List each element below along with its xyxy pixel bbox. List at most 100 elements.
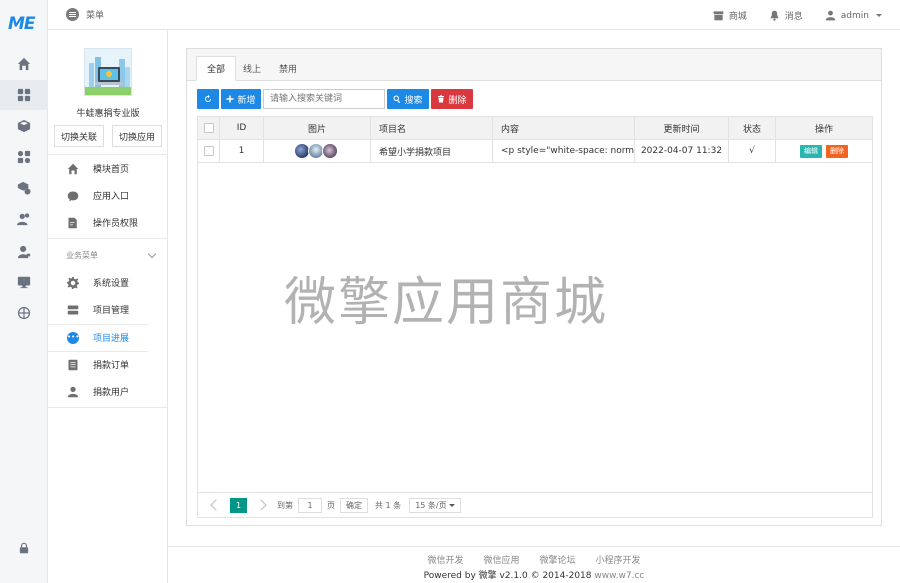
tab-disabled[interactable]: 禁用	[269, 56, 307, 81]
lock-icon[interactable]	[18, 542, 30, 554]
globe-icon[interactable]	[14, 303, 34, 323]
home-icon[interactable]	[14, 54, 34, 74]
user-icon	[66, 385, 80, 399]
user-key-icon[interactable]	[14, 242, 34, 262]
powered-by: Powered by 微擎 v2.1.0 © 2014-2018	[423, 571, 592, 581]
footer-link-wechat-apps[interactable]: 微信应用	[483, 553, 519, 566]
footer-url[interactable]: www.w7.cc	[594, 571, 644, 581]
col-updated[interactable]: 更新时间	[635, 117, 729, 139]
user-menu[interactable]: admin	[825, 10, 882, 21]
row-name: 希望小学捐款项目	[371, 140, 493, 162]
footer-link-wechat-dev[interactable]: 微信开发	[427, 553, 463, 566]
server-icon	[66, 303, 80, 317]
chevron-down-icon	[449, 503, 456, 507]
plus-icon	[226, 95, 234, 103]
prev-page-icon[interactable]	[210, 499, 222, 511]
project-image[interactable]	[322, 143, 338, 159]
box-gear-icon[interactable]	[14, 178, 34, 198]
watermark: 微擎应用商城	[284, 273, 609, 333]
sidebar-item-app-entry[interactable]: 应用入口	[48, 182, 168, 209]
select-all-checkbox[interactable]	[203, 123, 214, 133]
sidebar-item-project-management[interactable]: 项目管理	[48, 296, 168, 323]
apps-grid-icon[interactable]	[14, 85, 34, 105]
row-updated: 2022-04-07 11:32	[635, 140, 729, 162]
gear-icon	[66, 276, 80, 290]
chevron-down-icon	[147, 249, 157, 259]
refresh-button[interactable]	[197, 89, 219, 109]
row-actions: 编辑 删除	[776, 140, 872, 162]
select-all-checkbox-cell[interactable]	[198, 117, 220, 139]
users-icon[interactable]	[14, 209, 34, 229]
add-button[interactable]: 新增	[221, 89, 261, 109]
sidebar-item-system-settings[interactable]: 系统设置	[48, 269, 168, 296]
row-checkbox[interactable]	[203, 146, 214, 156]
row-delete-button[interactable]: 删除	[826, 144, 848, 158]
next-page-icon[interactable]	[255, 499, 267, 511]
footer: 微信开发 微信应用 微擎论坛 小程序开发 Powered by 微擎 v2.1.…	[168, 546, 900, 583]
search-button[interactable]: 搜索	[387, 89, 429, 109]
sidebar-item-operator-permissions[interactable]: 操作员权限	[48, 209, 168, 236]
user-icon	[825, 10, 836, 21]
monitor-icon[interactable]	[14, 272, 34, 292]
modules-icon[interactable]	[14, 147, 34, 167]
goto-prefix: 到第	[277, 500, 293, 510]
app-thumbnail	[84, 48, 132, 96]
icon-rail: ME	[0, 0, 48, 583]
tab-bar: 全部 线上 禁用	[187, 49, 881, 81]
search-input[interactable]	[263, 89, 385, 109]
switch-link-button[interactable]: 切换关联	[54, 125, 104, 147]
col-content: 内容	[493, 117, 635, 139]
footer-link-miniprogram[interactable]: 小程序开发	[596, 553, 641, 566]
chat-icon	[66, 189, 80, 203]
delete-button[interactable]: 删除	[431, 89, 473, 109]
refresh-icon	[205, 95, 211, 102]
list-icon	[66, 358, 80, 372]
sidebar-item-donation-orders[interactable]: 捐款订单	[48, 351, 168, 378]
col-name: 项目名	[371, 117, 493, 139]
pagination: 1 到第 1 页 确定 共 1 条 15 条/页	[198, 492, 872, 517]
sidebar-item-donation-users[interactable]: 捐款用户	[48, 378, 168, 405]
cube-icon[interactable]	[14, 116, 34, 136]
top-bar: 菜单 商城 消息 admin	[48, 0, 900, 30]
messages-link[interactable]: 消息	[769, 9, 803, 22]
table-row[interactable]: 1 希望小学捐款项目 <p style="white-space: normal…	[198, 140, 872, 163]
search-icon	[393, 95, 401, 103]
table-header: ID 图片 项目名 内容 更新时间 状态 操作	[198, 117, 872, 140]
row-images	[264, 140, 371, 162]
menu-toggle[interactable]: 菜单	[66, 8, 104, 21]
store-link[interactable]: 商城	[713, 9, 747, 22]
sidebar-item-project-progress[interactable]: ••• 项目进展	[48, 324, 168, 351]
tab-online[interactable]: 线上	[233, 56, 271, 81]
goto-page-input[interactable]: 1	[298, 497, 322, 513]
app-name: 牛蛙惠捐专业版	[76, 109, 140, 119]
switch-app-button[interactable]: 切换应用	[112, 125, 162, 147]
brand-logo[interactable]: ME	[8, 14, 40, 34]
col-image: 图片	[264, 117, 371, 139]
menu-label: 菜单	[86, 11, 105, 21]
document-edit-icon	[66, 216, 80, 230]
tab-all[interactable]: 全部	[196, 56, 237, 81]
row-status: √	[729, 140, 776, 162]
module-sidebar: 牛蛙惠捐专业版 切换关联 切换应用 模块首页 应用入口 操作员权限 业务菜单 系…	[48, 30, 168, 583]
sidebar-item-module-home[interactable]: 模块首页	[48, 155, 168, 182]
col-actions: 操作	[814, 124, 833, 135]
col-id[interactable]: ID	[220, 117, 264, 139]
page-size-select[interactable]: 15 条/页	[409, 497, 462, 513]
business-menu-group[interactable]: 业务菜单	[66, 249, 161, 261]
footer-link-forum[interactable]: 微擎论坛	[540, 553, 576, 566]
toolbar: 新增 搜索 删除	[197, 89, 473, 109]
total-count: 共 1 条	[375, 500, 402, 510]
menu-icon	[66, 8, 79, 21]
bell-icon	[770, 10, 779, 21]
page-1-button[interactable]: 1	[230, 497, 247, 513]
goto-suffix: 页	[327, 500, 335, 510]
row-content: <p style="white-space: normal;...	[493, 140, 635, 162]
row-id: 1	[220, 140, 264, 162]
col-status: 状态	[729, 117, 776, 139]
store-icon	[713, 11, 724, 21]
home-icon	[66, 162, 80, 176]
goto-confirm-button[interactable]: 确定	[340, 497, 368, 513]
caret-down-icon	[876, 14, 882, 17]
edit-button[interactable]: 编辑	[800, 144, 822, 158]
trash-icon	[438, 95, 445, 103]
